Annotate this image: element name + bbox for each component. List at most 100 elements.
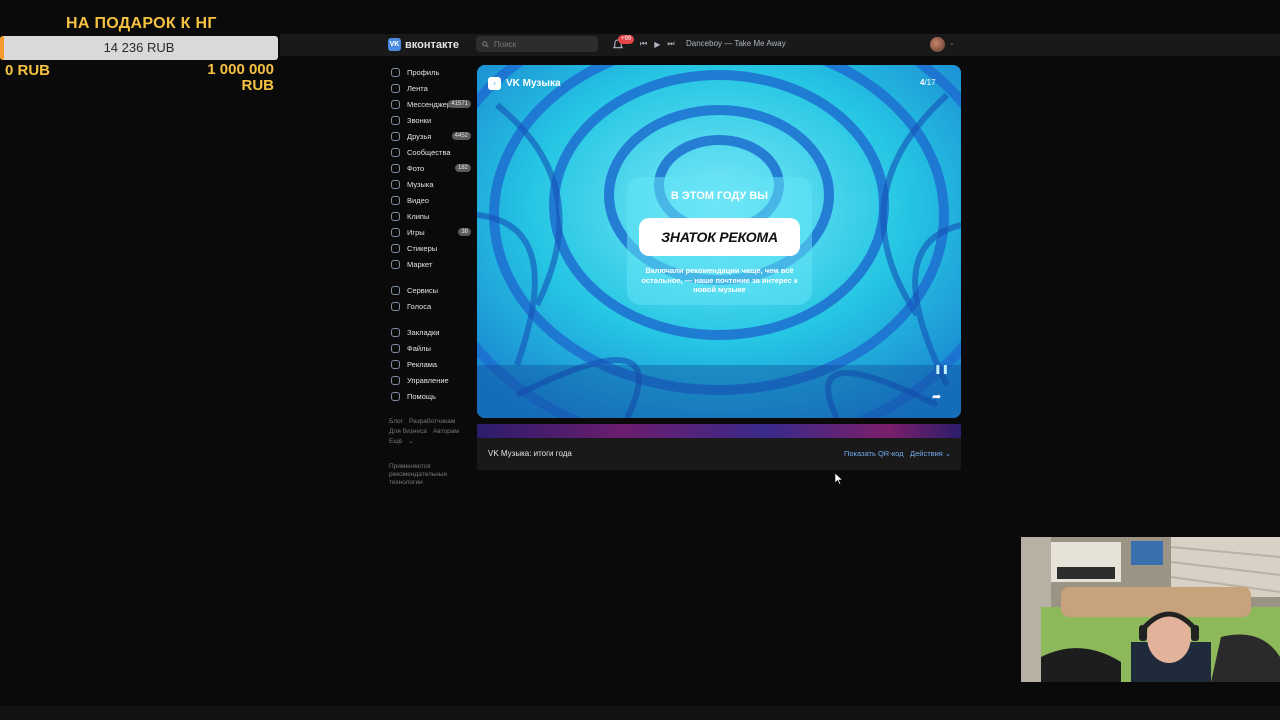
webcam-image xyxy=(1021,537,1280,682)
story-source-label: VK Музыка xyxy=(506,78,561,89)
sidebar-item-label: Сообщества xyxy=(407,147,451,157)
actions-label: Действия xyxy=(910,449,943,458)
sidebar-item-label: Мессенджер xyxy=(407,99,452,109)
market-icon xyxy=(391,259,400,269)
sidebar-item-label: Стикеры xyxy=(407,243,438,253)
sidebar-item-label: Сервисы xyxy=(407,285,439,295)
story-counter: 4/17 xyxy=(920,78,936,87)
footer-link-authors[interactable]: Авторам xyxy=(433,428,459,435)
search-icon xyxy=(482,40,489,48)
sidebar-item-games[interactable]: Игры 38 xyxy=(389,224,473,240)
ads-icon xyxy=(391,359,400,369)
donation-max-currency: RUB xyxy=(241,77,275,94)
sidebar-item-label: Видео xyxy=(407,195,429,205)
donation-current-amount: 14 236 RUB xyxy=(103,40,175,55)
sidebar-item-music[interactable]: Музыка xyxy=(389,176,473,192)
games-icon xyxy=(391,227,400,237)
sidebar-item-label: Звонки xyxy=(407,115,432,125)
footer-link-developers[interactable]: Разработчикам xyxy=(409,418,455,425)
sidebar-item-stickers[interactable]: Стикеры xyxy=(389,240,473,256)
search-input[interactable]: Поиск xyxy=(476,36,598,52)
video-icon xyxy=(391,195,400,205)
sidebar-item-photo[interactable]: Фото 182 xyxy=(389,160,473,176)
user-avatar[interactable] xyxy=(930,37,945,52)
donation-min-label: 0 RUB xyxy=(5,62,51,79)
sidebar-item-messenger[interactable]: Мессенджер 41571 xyxy=(389,96,473,112)
sidebar-item-profile[interactable]: Профиль xyxy=(389,64,473,80)
sidebar-item-video[interactable]: Видео xyxy=(389,192,473,208)
sidebar-item-manage[interactable]: Управление xyxy=(389,372,473,388)
sidebar-item-label: Фото xyxy=(407,163,425,173)
donation-goal-title: НА ПОДАРОК К НГ xyxy=(66,15,217,32)
sidebar-item-label: Игры xyxy=(407,227,425,237)
sidebar-item-groups[interactable]: Сообщества xyxy=(389,144,473,160)
chevron-down-icon[interactable]: ⌄ xyxy=(949,39,955,47)
help-icon xyxy=(391,391,400,401)
post-title[interactable]: VK Музыка: итоги года xyxy=(488,449,572,458)
sidebar-item-label: Реклама xyxy=(407,359,438,369)
sidebar-item-friends[interactable]: Друзья 4452 xyxy=(389,128,473,144)
notifications-badge: +99 xyxy=(618,35,635,44)
sidebar-item-votes[interactable]: Голоса xyxy=(389,298,473,314)
footer-link-business[interactable]: Для бизнеса xyxy=(389,428,427,435)
actions-dropdown[interactable]: Действия ⌄ xyxy=(910,449,951,458)
sidebar-item-counter: 182 xyxy=(454,164,471,172)
sidebar-item-label: Голоса xyxy=(407,301,432,311)
story-source: ♪ VK Музыка xyxy=(488,77,561,90)
sidebar-item-counter: 41571 xyxy=(448,100,471,108)
vk-logo[interactable]: VK вконтакте xyxy=(388,38,459,51)
profile-icon xyxy=(391,67,400,77)
clips-icon xyxy=(391,211,400,221)
friends-icon xyxy=(391,131,400,141)
pause-icon[interactable]: ❚❚ xyxy=(934,364,949,375)
manage-icon xyxy=(391,375,400,385)
story-total: /17 xyxy=(924,78,936,87)
share-icon[interactable]: ➦ xyxy=(932,390,941,403)
audio-player-controls: ⏮ ▶ ⏭ xyxy=(640,39,675,49)
vk-music-icon: ♪ xyxy=(488,77,501,90)
search-placeholder: Поиск xyxy=(494,39,517,49)
services-icon xyxy=(391,285,400,295)
chevron-down-icon: ⌄ xyxy=(408,438,414,445)
previous-track-icon[interactable]: ⏮ xyxy=(640,39,647,49)
phone-icon xyxy=(391,115,400,125)
chevron-down-icon: ⌄ xyxy=(944,449,952,458)
sidebar-item-files[interactable]: Файлы xyxy=(389,340,473,356)
current-track[interactable]: Danceboy — Take Me Away xyxy=(686,39,786,48)
bottom-bar xyxy=(0,706,1280,720)
bookmarks-icon xyxy=(391,327,400,337)
vk-logo-text: вконтакте xyxy=(405,38,460,51)
sidebar-item-services[interactable]: Сервисы xyxy=(389,282,473,298)
sidebar-item-label: Закладки xyxy=(407,327,440,337)
sidebar-item-bookmarks[interactable]: Закладки xyxy=(389,324,473,340)
sidebar-item-label: Профиль xyxy=(407,67,440,77)
news-icon xyxy=(391,83,400,93)
footer-links: Блог Разработчикам Для бизнеса Авторам Ещё… xyxy=(389,417,473,447)
sidebar-item-label: Маркет xyxy=(407,259,433,269)
votes-icon xyxy=(391,301,400,311)
story-badge-text: ЗНАТОК РЕКОМА xyxy=(661,229,778,245)
photo-icon xyxy=(391,163,400,173)
play-icon[interactable]: ▶ xyxy=(654,40,660,49)
sidebar-item-help[interactable]: Помощь xyxy=(389,388,473,404)
sidebar-item-label: Клипы xyxy=(407,211,430,221)
sidebar-item-phone[interactable]: Звонки xyxy=(389,112,473,128)
story-preview-strip[interactable] xyxy=(477,424,961,438)
story-description: Включали рекомендации чаще, чем всё оста… xyxy=(641,266,798,294)
footer-link-blog[interactable]: Блог xyxy=(389,418,403,425)
donation-max-value: 1 000 000 xyxy=(207,61,274,78)
sidebar-item-news[interactable]: Лента xyxy=(389,80,473,96)
footer-link-more[interactable]: Ещё xyxy=(389,438,402,445)
sidebar-item-clips[interactable]: Клипы xyxy=(389,208,473,224)
sidebar-item-ads[interactable]: Реклама xyxy=(389,356,473,372)
show-qr-button[interactable]: Показать QR-код xyxy=(844,449,903,458)
music-icon xyxy=(391,179,400,189)
next-track-icon[interactable]: ⏭ xyxy=(667,39,674,49)
sidebar-item-label: Управление xyxy=(407,375,449,385)
recommendation-note[interactable]: Применяются рекомендательные технологии xyxy=(389,463,473,487)
sidebar-item-counter: 38 xyxy=(458,228,471,236)
stickers-icon xyxy=(391,243,400,253)
sidebar-item-label: Помощь xyxy=(407,391,436,401)
sidebar-item-label: Лента xyxy=(407,83,428,93)
sidebar-item-market[interactable]: Маркет xyxy=(389,256,473,272)
